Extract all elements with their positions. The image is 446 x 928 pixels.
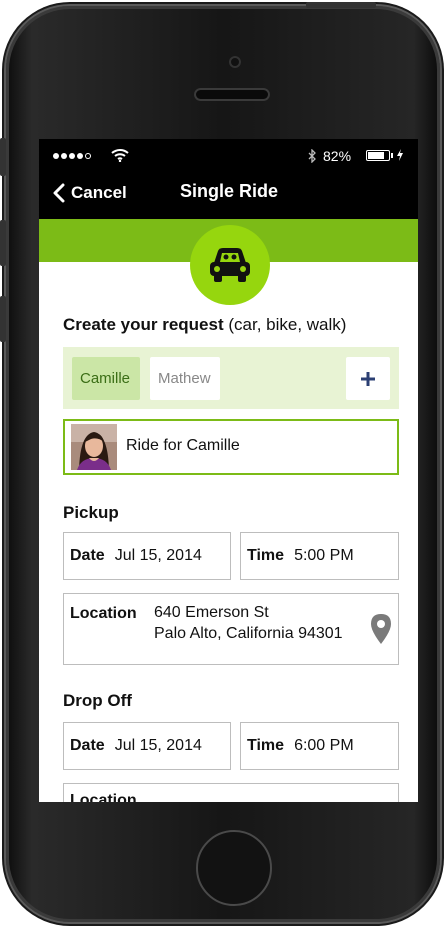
plus-icon xyxy=(361,371,375,386)
dropoff-date-field[interactable]: Date Jul 15, 2014 xyxy=(63,722,231,770)
pickup-date-value: Jul 15, 2014 xyxy=(114,547,202,564)
dropoff-time-field[interactable]: Time 6:00 PM xyxy=(240,722,399,770)
power-button xyxy=(306,2,376,8)
volume-up-button xyxy=(0,220,6,266)
battery-icon xyxy=(366,150,390,161)
dropoff-location-field[interactable]: Location xyxy=(63,783,399,802)
pickup-address-line2: Palo Alto, California 94301 xyxy=(154,625,343,642)
request-heading: Create your request (car, bike, walk) xyxy=(63,315,346,335)
mute-switch xyxy=(0,138,6,176)
app-screen: 82% Cancel Single Ride Create your reque… xyxy=(39,139,418,802)
chevron-left-icon xyxy=(53,183,65,203)
navigation-bar: Cancel Single Ride xyxy=(39,171,418,219)
add-rider-button[interactable] xyxy=(346,357,390,400)
home-button[interactable] xyxy=(196,830,272,906)
rider-chip-mathew[interactable]: Mathew xyxy=(150,357,220,400)
pickup-time-label: Time xyxy=(247,547,285,564)
pickup-location-label: Location xyxy=(70,605,137,622)
battery-percentage: 82% xyxy=(323,148,352,164)
battery-cap xyxy=(391,153,393,158)
volume-down-button xyxy=(0,296,6,342)
status-bar: 82% xyxy=(39,139,418,171)
pickup-date-field[interactable]: Date Jul 15, 2014 xyxy=(63,532,231,580)
cancel-label: Cancel xyxy=(71,183,127,202)
earpiece-speaker xyxy=(194,88,270,101)
charging-icon xyxy=(397,149,403,161)
front-camera xyxy=(229,56,241,68)
avatar xyxy=(71,424,117,470)
battery-level-fill xyxy=(368,152,384,159)
rider-selector: Camille Mathew xyxy=(63,347,399,409)
cancel-button[interactable]: Cancel xyxy=(53,179,127,207)
ride-for-label: Ride for Camille xyxy=(126,437,240,454)
rider-chip-camille[interactable]: Camille xyxy=(72,357,140,400)
wifi-icon xyxy=(111,149,129,162)
dropoff-time-value: 6:00 PM xyxy=(294,737,354,754)
location-pin-icon[interactable] xyxy=(370,613,392,645)
pickup-address-line1: 640 Emerson St xyxy=(154,604,269,621)
pickup-time-field[interactable]: Time 5:00 PM xyxy=(240,532,399,580)
ride-for-card[interactable]: Ride for Camille xyxy=(63,419,399,475)
dropoff-date-value: Jul 15, 2014 xyxy=(114,737,202,754)
dropoff-time-label: Time xyxy=(247,737,285,754)
pickup-time-value: 5:00 PM xyxy=(294,547,354,564)
request-title: Create your request xyxy=(63,315,224,334)
dropoff-heading: Drop Off xyxy=(63,691,132,710)
car-icon xyxy=(210,248,250,282)
request-hint: (car, bike, walk) xyxy=(228,315,347,334)
pickup-heading: Pickup xyxy=(63,503,119,522)
dropoff-date-label: Date xyxy=(70,737,105,754)
bluetooth-icon xyxy=(308,149,316,163)
pickup-location-field[interactable]: Location 640 Emerson St Palo Alto, Calif… xyxy=(63,593,399,665)
signal-strength-icon xyxy=(53,153,91,159)
ride-type-badge xyxy=(190,225,270,305)
page-title: Single Ride xyxy=(179,181,278,201)
dropoff-location-label: Location xyxy=(70,792,137,802)
pickup-date-label: Date xyxy=(70,547,105,564)
